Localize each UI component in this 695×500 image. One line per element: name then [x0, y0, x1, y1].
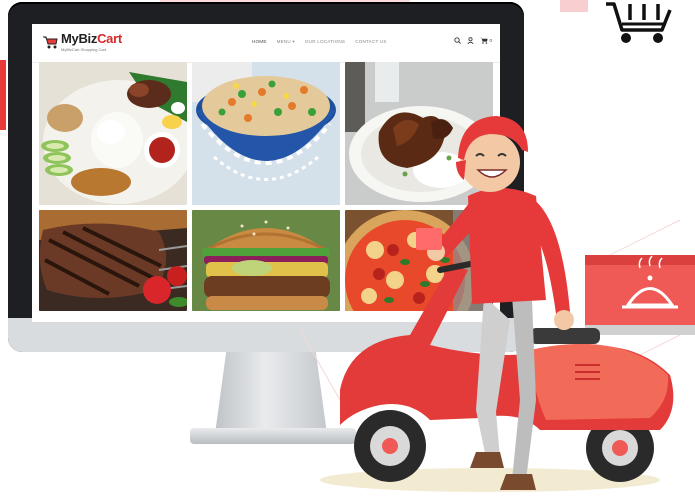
nav-menu[interactable]: MENU ▾ — [277, 39, 295, 45]
user-icon[interactable] — [467, 37, 474, 44]
food-image — [39, 62, 187, 205]
search-icon[interactable] — [454, 37, 462, 44]
cart-count: 0 — [489, 38, 492, 43]
menu-item-grilled-steak[interactable] — [39, 210, 187, 311]
cart-icon — [480, 37, 489, 44]
site-navbar: MyBizCart MyBizCart Shopping Cart HOME M… — [32, 24, 500, 63]
logo-cart-icon — [43, 36, 58, 49]
cart-button[interactable]: 0 — [480, 37, 492, 44]
menu-item-nasi-lemak[interactable] — [39, 62, 187, 205]
decor-bar — [560, 0, 588, 12]
logo-name: MyBizCart — [61, 31, 122, 46]
logo-tagline: MyBizCart Shopping Cart — [61, 47, 107, 52]
nav-icon-group: 0 — [454, 37, 492, 44]
promo-scene: MyBizCart MyBizCart Shopping Cart HOME M… — [0, 0, 695, 500]
decor-bar — [0, 60, 6, 130]
delivery-courier-illustration — [300, 116, 695, 492]
site-logo[interactable]: MyBizCart MyBizCart Shopping Cart — [42, 32, 122, 54]
nav-our-locations[interactable]: OUR LOCATIONS — [305, 39, 345, 45]
nav-contact-us[interactable]: CONTACT US — [355, 39, 386, 45]
main-nav: HOME MENU ▾ OUR LOCATIONS CONTACT US — [252, 39, 387, 45]
nav-home[interactable]: HOME — [252, 39, 267, 45]
shopping-cart-outline-icon — [606, 2, 672, 43]
food-image — [39, 210, 187, 311]
